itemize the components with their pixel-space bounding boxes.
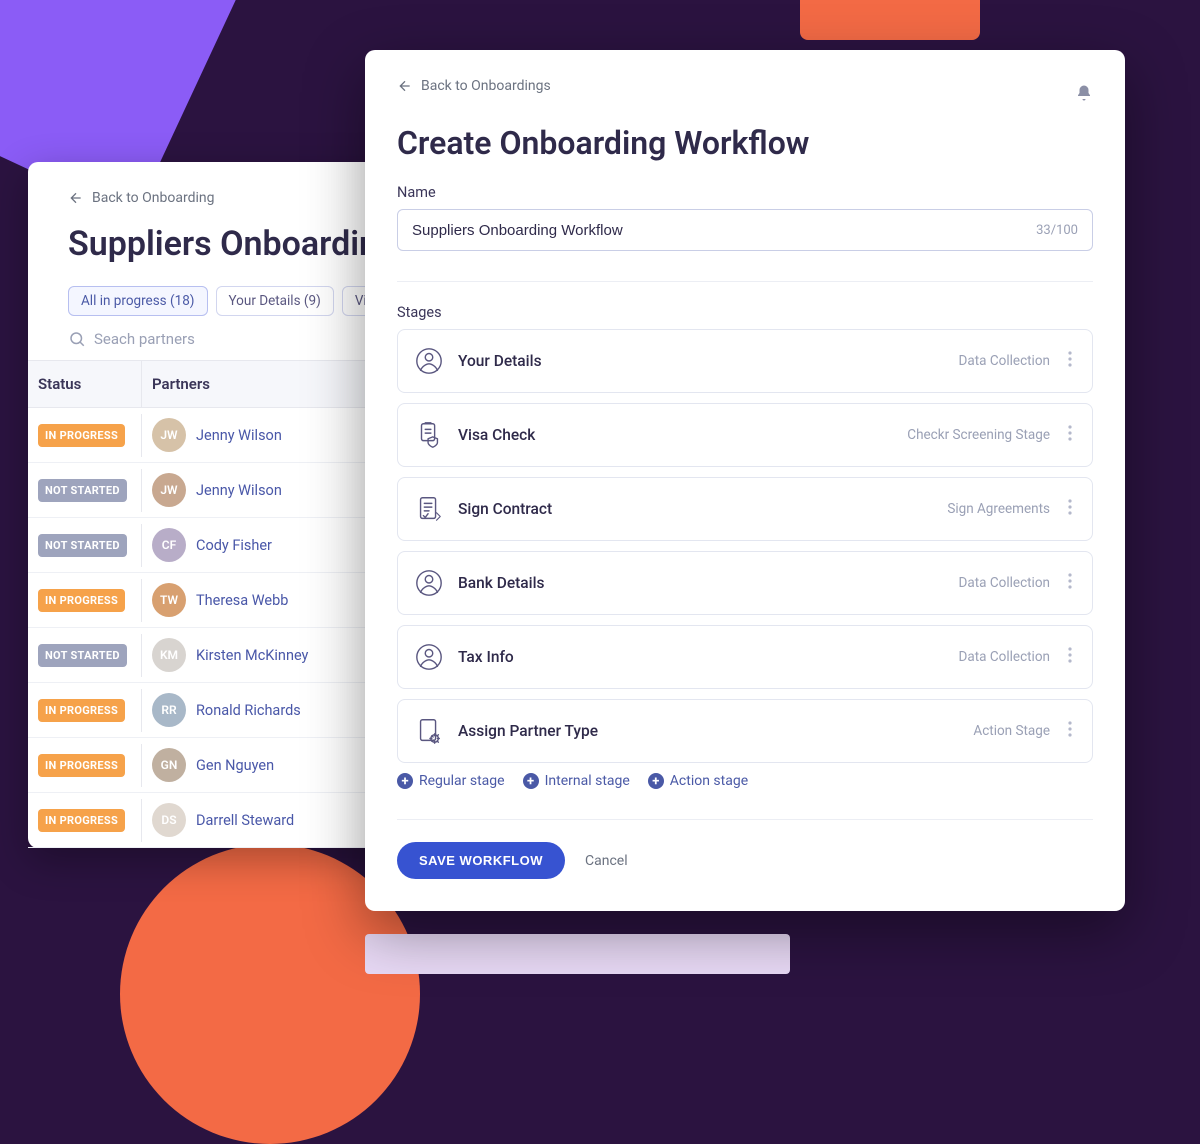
divider — [397, 281, 1093, 282]
stage-card[interactable]: Sign Contract Sign Agreements — [397, 477, 1093, 541]
stages-label: Stages — [397, 304, 1093, 321]
search-icon — [68, 330, 86, 348]
name-field-label: Name — [397, 184, 1093, 201]
person-circle-icon — [414, 642, 444, 672]
partner-name-link[interactable]: Gen Nguyen — [196, 757, 274, 774]
workflow-name-input[interactable] — [412, 222, 1036, 239]
arrow-left-icon — [68, 190, 84, 206]
plus-circle-icon: + — [648, 773, 664, 789]
stage-card[interactable]: Bank Details Data Collection — [397, 551, 1093, 615]
status-badge: NOT STARTED — [38, 644, 127, 667]
search-placeholder: Seach partners — [94, 330, 195, 348]
stage-title: Visa Check — [458, 426, 893, 444]
stage-card[interactable]: Visa Check Checkr Screening Stage — [397, 403, 1093, 467]
sign-document-icon — [414, 494, 444, 524]
stage-title: Your Details — [458, 352, 945, 370]
stage-card[interactable]: Assign Partner Type Action Stage — [397, 699, 1093, 763]
avatar: CF — [152, 528, 186, 562]
col-status-header: Status — [28, 361, 142, 407]
back-link-label: Back to Onboardings — [421, 78, 551, 94]
stage-more-button[interactable] — [1064, 643, 1076, 671]
back-to-onboardings-link[interactable]: Back to Onboardings — [397, 78, 551, 94]
stage-more-button[interactable] — [1064, 347, 1076, 375]
stage-type: Sign Agreements — [947, 501, 1050, 517]
add-stage-link[interactable]: + Regular stage — [397, 773, 505, 789]
filter-tab[interactable]: Your Details (9) — [216, 286, 334, 316]
more-vertical-icon — [1068, 721, 1072, 737]
more-vertical-icon — [1068, 647, 1072, 663]
avatar: KM — [152, 638, 186, 672]
status-badge: IN PROGRESS — [38, 699, 125, 722]
stage-title: Bank Details — [458, 574, 945, 592]
person-circle-icon — [414, 568, 444, 598]
more-vertical-icon — [1068, 425, 1072, 441]
person-circle-icon — [414, 346, 444, 376]
status-badge: NOT STARTED — [38, 534, 127, 557]
stage-more-button[interactable] — [1064, 569, 1076, 597]
plus-circle-icon: + — [523, 773, 539, 789]
partner-name-link[interactable]: Cody Fisher — [196, 537, 272, 554]
plus-circle-icon: + — [397, 773, 413, 789]
stage-card[interactable]: Your Details Data Collection — [397, 329, 1093, 393]
partner-name-link[interactable]: Jenny Wilson — [196, 482, 282, 499]
more-vertical-icon — [1068, 573, 1072, 589]
notifications-bell[interactable] — [1075, 84, 1093, 106]
stage-list: Your Details Data Collection Visa Check Che… — [397, 329, 1093, 763]
add-stage-label: Regular stage — [419, 773, 505, 789]
back-link-label: Back to Onboarding — [92, 190, 214, 206]
status-badge: IN PROGRESS — [38, 809, 125, 832]
char-count: 33/100 — [1036, 223, 1078, 238]
partner-name-link[interactable]: Theresa Webb — [196, 592, 288, 609]
avatar: DS — [152, 803, 186, 837]
stage-more-button[interactable] — [1064, 495, 1076, 523]
avatar: JW — [152, 418, 186, 452]
document-gear-icon — [414, 716, 444, 746]
more-vertical-icon — [1068, 351, 1072, 367]
avatar: JW — [152, 473, 186, 507]
filter-tab[interactable]: All in progress (18) — [68, 286, 208, 316]
partner-name-link[interactable]: Jenny Wilson — [196, 427, 282, 444]
status-badge: IN PROGRESS — [38, 424, 125, 447]
add-stage-link[interactable]: + Internal stage — [523, 773, 630, 789]
stage-more-button[interactable] — [1064, 717, 1076, 745]
add-stage-link[interactable]: + Action stage — [648, 773, 748, 789]
workflow-name-input-wrap: 33/100 — [397, 209, 1093, 251]
partner-name-link[interactable]: Darrell Steward — [196, 812, 294, 829]
decoration-lilac-block — [365, 934, 790, 974]
cancel-button[interactable]: Cancel — [585, 853, 628, 869]
stage-title: Tax Info — [458, 648, 945, 666]
page-title: Create Onboarding Workflow — [397, 124, 1093, 162]
decoration-orange-block — [800, 0, 980, 40]
stage-more-button[interactable] — [1064, 421, 1076, 449]
avatar: RR — [152, 693, 186, 727]
stage-type: Action Stage — [973, 723, 1050, 739]
clipboard-shield-icon — [414, 420, 444, 450]
stage-title: Sign Contract — [458, 500, 933, 518]
add-stage-label: Action stage — [670, 773, 748, 789]
add-stage-actions: + Regular stage + Internal stage + Action sta… — [397, 773, 1093, 789]
save-workflow-button[interactable]: SAVE WORKFLOW — [397, 842, 565, 879]
status-badge: IN PROGRESS — [38, 589, 125, 612]
create-workflow-panel: Back to Onboardings Create Onboarding Wo… — [365, 50, 1125, 911]
stage-title: Assign Partner Type — [458, 722, 959, 740]
avatar: TW — [152, 583, 186, 617]
arrow-left-icon — [397, 78, 413, 94]
stage-type: Data Collection — [959, 353, 1050, 369]
stage-type: Data Collection — [959, 575, 1050, 591]
avatar: GN — [152, 748, 186, 782]
partner-name-link[interactable]: Ronald Richards — [196, 702, 301, 719]
bell-icon — [1075, 84, 1093, 102]
add-stage-label: Internal stage — [545, 773, 630, 789]
stage-card[interactable]: Tax Info Data Collection — [397, 625, 1093, 689]
more-vertical-icon — [1068, 499, 1072, 515]
divider — [397, 819, 1093, 820]
stage-type: Data Collection — [959, 649, 1050, 665]
status-badge: IN PROGRESS — [38, 754, 125, 777]
status-badge: NOT STARTED — [38, 479, 127, 502]
stage-type: Checkr Screening Stage — [907, 427, 1050, 443]
partner-name-link[interactable]: Kirsten McKinney — [196, 647, 308, 664]
